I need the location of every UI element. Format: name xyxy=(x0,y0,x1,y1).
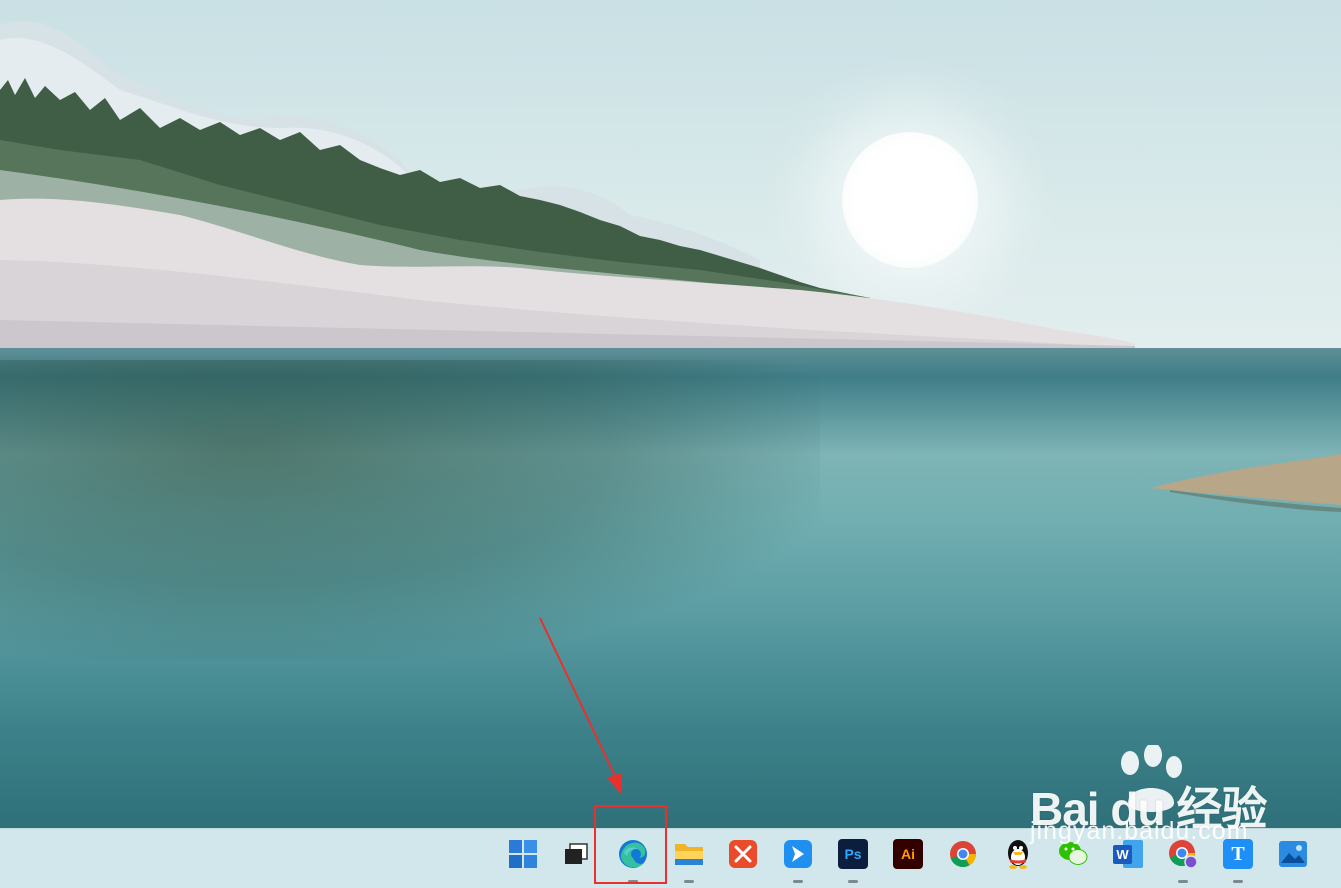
illustrator-button[interactable]: Ai xyxy=(888,839,928,883)
chrome-button[interactable] xyxy=(943,839,983,883)
desktop-wallpaper xyxy=(0,0,1341,828)
edge-button[interactable] xyxy=(613,839,653,883)
running-indicator xyxy=(1233,880,1243,883)
running-indicator xyxy=(684,880,694,883)
start-button[interactable] xyxy=(503,839,543,883)
edge-icon xyxy=(618,839,648,869)
file-explorer-button[interactable] xyxy=(669,839,709,883)
chrome-icon xyxy=(948,839,978,869)
wps-button[interactable] xyxy=(723,839,763,883)
photoshop-button[interactable]: Ps xyxy=(833,839,873,883)
running-indicator xyxy=(1178,880,1188,883)
wps-icon xyxy=(728,839,758,869)
photos-button[interactable] xyxy=(1273,839,1313,883)
illustrator-icon: Ai xyxy=(893,839,923,869)
task-view-button[interactable] xyxy=(556,839,596,883)
wallpaper-forest-reflection xyxy=(0,360,820,660)
photos-icon xyxy=(1278,839,1308,869)
folder-icon xyxy=(674,839,704,869)
baidu-jingyan-watermark: Bai du 经验 jingyan.baidu.com xyxy=(1030,745,1270,855)
wallpaper-hills xyxy=(0,21,1135,352)
feishu-icon xyxy=(783,839,813,869)
feishu-button[interactable] xyxy=(778,839,818,883)
task-view-icon xyxy=(561,839,591,869)
photoshop-icon: Ps xyxy=(838,839,868,869)
watermark-url: jingyan.baidu.com xyxy=(1030,817,1249,845)
running-indicator xyxy=(628,880,638,883)
wallpaper-grass-island xyxy=(1150,454,1341,512)
running-indicator xyxy=(848,880,858,883)
windows-logo-icon xyxy=(508,839,538,869)
illustrator-label: Ai xyxy=(901,846,915,862)
photoshop-label: Ps xyxy=(844,846,862,862)
qq-penguin-icon xyxy=(1003,839,1033,869)
running-indicator xyxy=(793,880,803,883)
